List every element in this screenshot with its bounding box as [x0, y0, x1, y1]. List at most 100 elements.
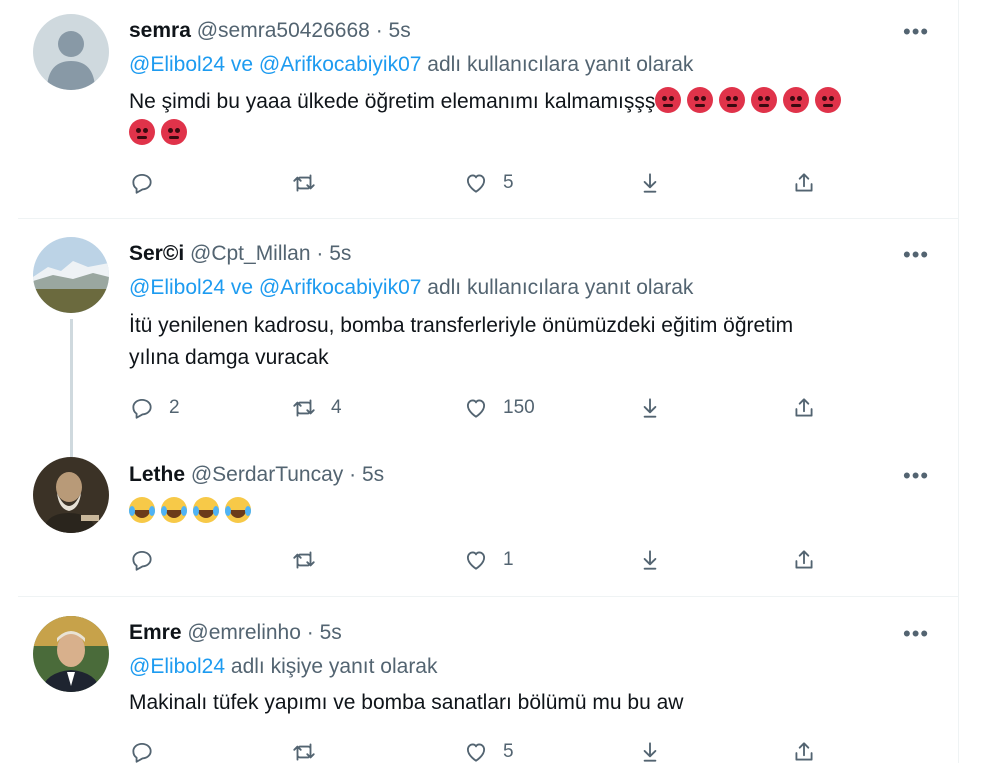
avatar[interactable] — [33, 14, 109, 90]
like-count: 5 — [503, 741, 514, 762]
mountain-avatar-icon — [33, 237, 109, 313]
like-button[interactable]: 5 — [463, 168, 514, 198]
user-handle[interactable]: @SerdarTuncay — [191, 463, 343, 486]
retweet-button[interactable] — [291, 168, 331, 198]
angry-face-icon — [719, 87, 746, 113]
tweet-header: semra @semra50426668 · 5s — [129, 18, 411, 44]
retweet-count: 4 — [331, 397, 342, 418]
retweet-icon — [293, 743, 315, 761]
portrait-avatar-icon — [33, 616, 109, 692]
download-icon — [643, 742, 657, 762]
tweet-text-content: Makinalı tüfek yapımı ve bomba sanatları… — [129, 691, 684, 714]
like-count: 1 — [503, 549, 514, 570]
separator-dot: · — [375, 19, 383, 42]
share-button[interactable] — [791, 393, 817, 423]
separator-dot: · — [349, 463, 357, 486]
reply-count: 2 — [169, 397, 180, 418]
like-button[interactable]: 150 — [463, 393, 535, 423]
user-handle[interactable]: @semra50426668 — [197, 19, 370, 42]
angry-face-icon — [655, 87, 682, 113]
timestamp[interactable]: 5s — [362, 463, 384, 486]
tweet-text — [129, 496, 929, 528]
like-icon — [466, 399, 486, 418]
reply-mentions[interactable]: @Elibol24 ve @Arifkocabiyik07 — [129, 276, 421, 299]
retweet-icon — [293, 399, 315, 417]
angry-face-icon — [783, 87, 810, 113]
reply-button[interactable]: 2 — [129, 393, 180, 423]
share-button[interactable] — [791, 168, 817, 198]
reply-context: @Elibol24 adlı kişiye yanıt olarak — [129, 654, 438, 680]
tweet-text-content: Ne şimdi bu yaaa ülkede öğretim elemanım… — [129, 90, 656, 113]
avatar[interactable] — [33, 237, 109, 313]
tweet-text-line: yılına damga vuracak — [129, 346, 329, 369]
share-icon — [795, 173, 813, 192]
user-handle[interactable]: @Cpt_Millan — [190, 242, 311, 265]
reply-icon — [132, 550, 152, 571]
user-handle[interactable]: @emrelinho — [187, 621, 301, 644]
share-icon — [795, 550, 813, 569]
timestamp[interactable]: 5s — [320, 621, 342, 644]
reply-context-text: adlı kişiye yanıt olarak — [230, 655, 438, 678]
timeline-border — [958, 0, 959, 763]
tweet-serci[interactable]: Ser©i @Cpt_Millan · 5s ••• @Elibol24 ve … — [18, 219, 958, 457]
display-name[interactable]: semra — [129, 19, 191, 42]
retweet-icon — [293, 551, 315, 569]
thread-connector — [70, 319, 73, 457]
download-button[interactable] — [637, 393, 663, 423]
display-name[interactable]: Lethe — [129, 463, 185, 486]
share-icon — [795, 742, 813, 761]
tweet-header: Emre @emrelinho · 5s — [129, 620, 342, 646]
angry-face-icon — [751, 87, 778, 113]
reply-mentions[interactable]: @Elibol24 ve @Arifkocabiyik07 — [129, 53, 421, 76]
reply-icon — [132, 398, 152, 419]
more-icon[interactable]: ••• — [903, 21, 929, 43]
tweet-text: İtü yenilenen kadrosu, bomba transferler… — [129, 310, 929, 374]
like-button[interactable]: 1 — [463, 545, 514, 575]
download-button[interactable] — [637, 545, 663, 575]
separator-dot: · — [316, 242, 324, 265]
timestamp[interactable]: 5s — [329, 242, 351, 265]
display-name[interactable]: Emre — [129, 621, 182, 644]
angry-face-icon — [129, 119, 155, 145]
tweet-actions: 1 — [129, 545, 829, 575]
tweet-semra[interactable]: semra @semra50426668 · 5s ••• @Elibol24 … — [18, 0, 958, 218]
tears-of-joy-icon — [193, 497, 219, 523]
tweet-actions: 5 — [129, 168, 829, 198]
avatar[interactable] — [33, 457, 109, 533]
more-icon[interactable]: ••• — [903, 244, 929, 266]
reply-context: @Elibol24 ve @Arifkocabiyik07 adlı kulla… — [129, 52, 693, 78]
tweet-text-line: İtü yenilenen kadrosu, bomba transferler… — [129, 314, 794, 337]
timestamp[interactable]: 5s — [389, 19, 411, 42]
more-icon[interactable]: ••• — [903, 465, 929, 487]
tears-of-joy-icon — [225, 497, 251, 523]
like-icon — [466, 551, 486, 570]
download-icon — [643, 398, 657, 418]
tweet-text: Makinalı tüfek yapımı ve bomba sanatları… — [129, 687, 929, 719]
tears-of-joy-icon — [161, 497, 187, 523]
retweet-button[interactable] — [291, 545, 331, 575]
reply-context-text: adlı kullanıcılara yanıt olarak — [427, 276, 694, 299]
tweet-header: Ser©i @Cpt_Millan · 5s — [129, 241, 351, 267]
download-button[interactable] — [637, 168, 663, 198]
tweet-text: Ne şimdi bu yaaa ülkede öğretim elemanım… — [129, 86, 929, 150]
reply-mentions[interactable]: @Elibol24 — [129, 655, 225, 678]
portrait-avatar-icon — [33, 457, 109, 533]
reply-button[interactable] — [129, 545, 169, 575]
share-button[interactable] — [791, 545, 817, 575]
like-icon — [466, 743, 486, 762]
avatar[interactable] — [33, 616, 109, 692]
share-icon — [795, 398, 813, 417]
more-icon[interactable]: ••• — [903, 623, 929, 645]
angry-face-icon — [687, 87, 714, 113]
reply-button[interactable] — [129, 168, 169, 198]
tweet-lethe[interactable]: Lethe @SerdarTuncay · 5s ••• 1 — [18, 441, 958, 596]
retweet-button[interactable]: 4 — [291, 393, 342, 423]
download-icon — [643, 173, 657, 193]
retweet-icon — [293, 174, 315, 192]
display-name[interactable]: Ser©i — [129, 242, 184, 265]
like-count: 150 — [503, 397, 535, 418]
like-icon — [466, 174, 486, 193]
separator-dot: · — [306, 621, 314, 644]
tweet-actions: 2 4 150 — [129, 393, 829, 423]
tweet-emre[interactable]: Emre @emrelinho · 5s ••• @Elibol24 adlı … — [18, 597, 958, 763]
